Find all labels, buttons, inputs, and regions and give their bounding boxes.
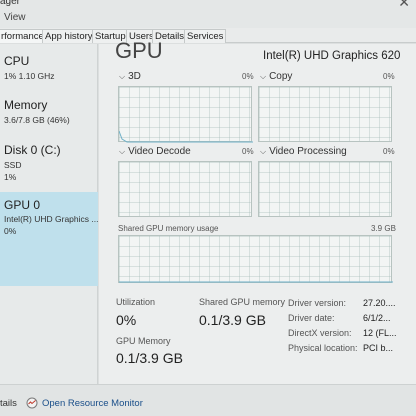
sidebar-item-detail: SSD — [4, 160, 22, 170]
physical-location-label: Physical location: — [288, 343, 358, 353]
graph-3d — [118, 86, 253, 143]
graph-video-processing-percent: 0% — [383, 147, 395, 156]
graph-label-text: Video Decode — [128, 146, 191, 157]
graph-label-text: Copy — [269, 71, 293, 82]
tab-bar: rformance App history Startup Users Deta… — [0, 28, 416, 43]
graph-shared-memory-line — [119, 281, 393, 283]
driver-date-value: 6/1/2... — [363, 313, 391, 323]
physical-location-value: PCI b... — [363, 343, 394, 353]
shared-memory-label: Shared GPU memory — [199, 297, 286, 307]
graph-video-decode — [118, 161, 252, 217]
utilization-label: Utilization — [116, 297, 156, 307]
driver-version-value: 27.20.... — [363, 298, 396, 308]
driver-date-label: Driver date: — [288, 313, 335, 323]
graph-copy — [258, 86, 392, 142]
tab-app-history[interactable]: App history — [42, 29, 96, 43]
chevron-down-icon[interactable]: ⌵ — [260, 72, 266, 81]
tab-services[interactable]: Services — [184, 29, 227, 43]
gpu-memory-value: 0.1/3.9 GB — [116, 350, 183, 366]
sidebar-item-gpu[interactable]: GPU 0 Intel(R) UHD Graphics ... 0% — [0, 192, 98, 286]
graph-3d-percent: 0% — [242, 72, 254, 81]
resource-monitor-icon[interactable] — [26, 397, 38, 409]
graph-copy-percent: 0% — [383, 72, 395, 81]
sidebar-item-usage: 1% — [4, 172, 17, 182]
sidebar-item-usage: 0% — [4, 226, 17, 236]
resource-sidebar: CPU 1% 1.10 GHz Memory 3.6/7.8 GB (46%) … — [0, 44, 98, 384]
sidebar-item-detail: Intel(R) UHD Graphics ... — [4, 214, 99, 224]
graph-shared-memory — [118, 235, 393, 283]
page-title: GPU — [115, 38, 163, 63]
menu-view[interactable]: View — [4, 12, 26, 23]
sidebar-item-label: CPU — [4, 54, 30, 68]
graph-label-text: 3D — [128, 71, 141, 82]
shared-usage-max: 3.9 GB — [371, 224, 396, 233]
graph-video-processing-label[interactable]: ⌵ Video Processing — [260, 146, 347, 157]
tab-performance[interactable]: rformance — [0, 29, 47, 43]
gpu-panel: GPU Intel(R) UHD Graphics 620 ⌵ 3D 0% ⌵ Co… — [99, 38, 416, 384]
chevron-down-icon[interactable]: ⌵ — [260, 147, 266, 156]
sidebar-item-label: Memory — [4, 98, 48, 112]
driver-version-label: Driver version: — [288, 298, 347, 308]
gpu-memory-label: GPU Memory — [116, 336, 171, 346]
graph-video-processing — [258, 161, 392, 217]
sidebar-item-cpu[interactable]: CPU 1% 1.10 GHz — [0, 54, 98, 94]
gpu-model-name: Intel(R) UHD Graphics 620 — [263, 50, 401, 62]
directx-version-label: DirectX version: — [288, 328, 352, 338]
footer-bar: tails Open Resource Monitor — [0, 384, 416, 416]
chevron-down-icon[interactable]: ⌵ — [119, 147, 125, 156]
chevron-down-icon[interactable]: ⌵ — [119, 72, 125, 81]
fewer-details-link[interactable]: tails — [0, 398, 17, 409]
graph-video-decode-percent: 0% — [242, 147, 254, 156]
shared-memory-value: 0.1/3.9 GB — [199, 312, 266, 328]
graph-label-text: Video Processing — [269, 146, 347, 157]
graph-video-decode-label[interactable]: ⌵ Video Decode — [119, 146, 191, 157]
graph-3d-line — [118, 130, 253, 143]
utilization-value: 0% — [116, 312, 137, 328]
sidebar-item-detail: 1% 1.10 GHz — [4, 71, 55, 81]
title-bar: ager ✕ — [0, 0, 416, 10]
directx-version-value: 12 (FL... — [363, 328, 397, 338]
open-resource-monitor-link[interactable]: Open Resource Monitor — [42, 398, 143, 409]
sidebar-item-label: GPU 0 — [4, 198, 41, 212]
graph-3d-label[interactable]: ⌵ 3D — [119, 71, 141, 82]
menu-bar: View — [0, 10, 416, 28]
sidebar-item-label: Disk 0 (C:) — [4, 143, 61, 157]
sidebar-item-disk[interactable]: Disk 0 (C:) SSD 1% — [0, 143, 98, 191]
sidebar-item-detail: 3.6/7.8 GB (46%) — [4, 115, 70, 125]
sidebar-item-memory[interactable]: Memory 3.6/7.8 GB (46%) — [0, 98, 98, 138]
graph-copy-label[interactable]: ⌵ Copy — [260, 71, 292, 82]
window-title: ager — [0, 0, 21, 7]
shared-usage-label: Shared GPU memory usage — [118, 224, 219, 233]
